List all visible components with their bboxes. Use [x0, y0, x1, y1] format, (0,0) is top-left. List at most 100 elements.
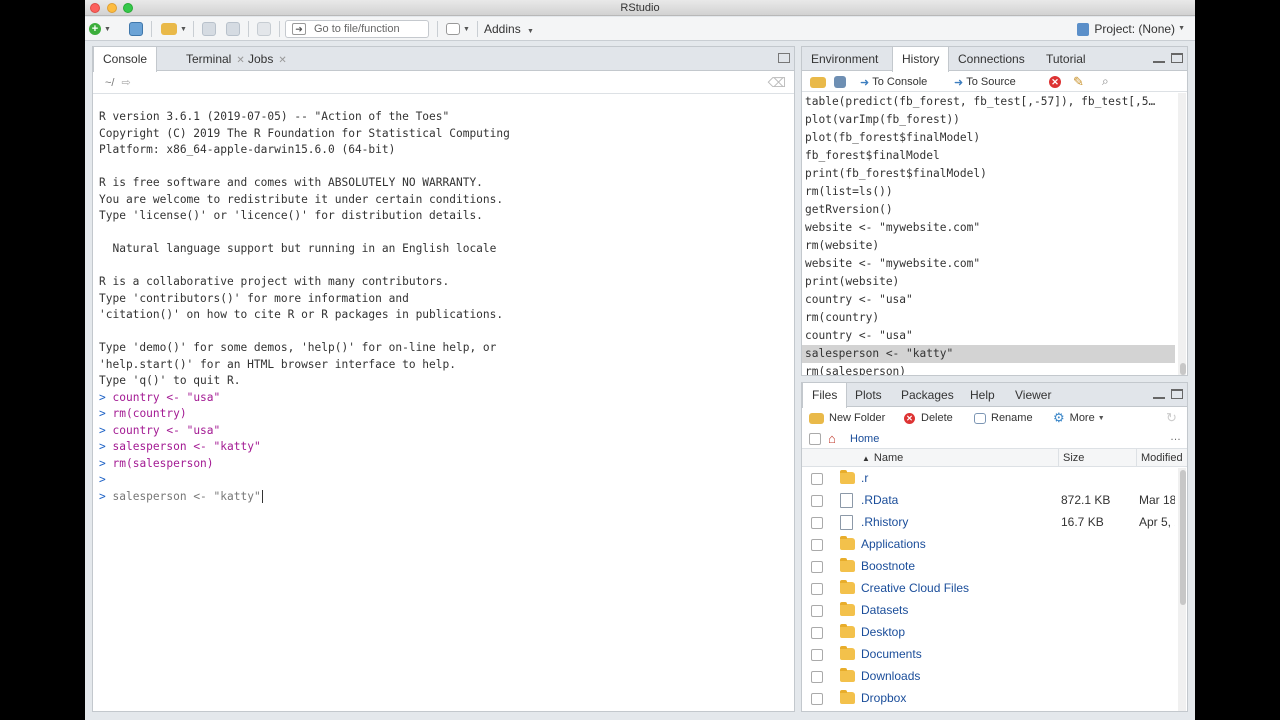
file-checkbox[interactable]	[811, 561, 823, 573]
file-checkbox[interactable]	[811, 495, 823, 507]
file-checkbox[interactable]	[811, 583, 823, 595]
home-icon[interactable]: ⌂	[828, 431, 836, 446]
file-name-link[interactable]: .RData	[861, 493, 898, 507]
tab-environment[interactable]: Environment	[802, 47, 887, 71]
history-item[interactable]: getRversion()	[802, 201, 1175, 219]
file-checkbox[interactable]	[811, 649, 823, 661]
history-scroll-thumb[interactable]	[1180, 363, 1186, 375]
close-tab-icon[interactable]: ✕	[278, 55, 286, 66]
history-item[interactable]: table(predict(fb_forest, fb_test[,-57]),…	[802, 93, 1175, 111]
maximize-pane-icon[interactable]	[1171, 53, 1183, 63]
goto-file-function-input[interactable]: ➜ Go to file/function	[285, 20, 429, 38]
restore-pane-icon[interactable]	[778, 53, 790, 63]
select-all-checkbox[interactable]	[809, 433, 821, 445]
file-name-link[interactable]: Desktop	[861, 625, 905, 639]
file-checkbox[interactable]	[811, 627, 823, 639]
tab-connections[interactable]: Connections	[949, 47, 1034, 71]
layout-button[interactable]: ▼	[446, 21, 470, 37]
file-name-link[interactable]: Downloads	[861, 669, 920, 683]
file-row[interactable]: .Rhistory 16.7 KB Apr 5, 2	[802, 512, 1175, 534]
history-item[interactable]: rm(country)	[802, 309, 1175, 327]
file-row[interactable]: .RData 872.1 KB Mar 18,	[802, 490, 1175, 512]
history-item[interactable]: rm(website)	[802, 237, 1175, 255]
rename-button[interactable]: Rename	[974, 411, 1033, 425]
tab-files[interactable]: Files	[802, 383, 848, 408]
breadcrumb-home[interactable]: Home	[850, 433, 879, 445]
history-item[interactable]: rm(salesperson)	[802, 363, 1175, 375]
new-file-button[interactable]: + ▼	[89, 21, 111, 37]
remove-history-entry-button[interactable]: ✕	[1049, 75, 1061, 89]
close-window-button[interactable]	[90, 3, 100, 13]
print-button[interactable]	[257, 21, 271, 37]
tab-help[interactable]: Help	[961, 383, 1004, 407]
file-checkbox[interactable]	[811, 605, 823, 617]
file-row[interactable]: .r	[802, 468, 1175, 490]
maximize-pane-icon[interactable]	[1171, 389, 1183, 399]
to-console-button[interactable]: ➜ To Console	[860, 75, 927, 89]
file-row[interactable]: Desktop	[802, 622, 1175, 644]
tab-viewer[interactable]: Viewer	[1006, 383, 1060, 407]
history-item[interactable]: salesperson <- "katty"	[802, 345, 1175, 363]
new-project-button[interactable]	[129, 21, 143, 37]
refresh-button[interactable]: ↻	[1166, 410, 1177, 425]
minimize-pane-icon[interactable]	[1153, 53, 1165, 63]
console-output[interactable]: R version 3.6.1 (2019-07-05) -- "Action …	[99, 109, 788, 505]
file-checkbox[interactable]	[811, 693, 823, 705]
history-item[interactable]: print(website)	[802, 273, 1175, 291]
save-all-button[interactable]	[226, 21, 240, 37]
file-checkbox[interactable]	[811, 671, 823, 683]
history-item[interactable]: country <- "usa"	[802, 291, 1175, 309]
clear-history-button[interactable]: ✎	[1073, 74, 1084, 89]
clear-console-icon[interactable]: ⌫	[768, 72, 786, 94]
history-list[interactable]: table(predict(fb_forest, fb_test[,-57]),…	[802, 93, 1175, 375]
file-name-link[interactable]: Dropbox	[861, 691, 906, 705]
file-name-link[interactable]: .Rhistory	[861, 515, 908, 529]
history-item[interactable]: country <- "usa"	[802, 327, 1175, 345]
file-row[interactable]: Dropbox	[802, 688, 1175, 710]
more-options-icon[interactable]: …	[1170, 431, 1181, 443]
delete-button[interactable]: ✕ Delete	[904, 411, 953, 425]
maximize-window-button[interactable]	[123, 3, 133, 13]
file-checkbox[interactable]	[811, 517, 823, 529]
file-name-link[interactable]: Datasets	[861, 603, 908, 617]
history-item[interactable]: website <- "mywebsite.com"	[802, 219, 1175, 237]
history-item[interactable]: print(fb_forest$finalModel)	[802, 165, 1175, 183]
history-search-input[interactable]: ⌕	[1102, 74, 1176, 90]
open-file-button[interactable]: ▼	[161, 21, 187, 37]
minimize-pane-icon[interactable]	[1153, 389, 1165, 399]
file-name-link[interactable]: Documents	[861, 647, 922, 661]
file-row[interactable]: Documents	[802, 644, 1175, 666]
file-row[interactable]: Boostnote	[802, 556, 1175, 578]
history-item[interactable]: plot(fb_forest$finalModel)	[802, 129, 1175, 147]
save-button[interactable]	[202, 21, 216, 37]
tab-jobs[interactable]: Jobs ✕	[239, 47, 296, 71]
project-menu[interactable]: Project: (None) ▼	[1077, 21, 1185, 37]
file-row[interactable]: Applications	[802, 534, 1175, 556]
file-row[interactable]: Creative Cloud Files	[802, 578, 1175, 600]
go-to-directory-icon[interactable]: ⇨	[122, 77, 131, 89]
history-item[interactable]: plot(varImp(fb_forest))	[802, 111, 1175, 129]
addins-menu[interactable]: Addins ▼	[484, 21, 534, 40]
file-checkbox[interactable]	[811, 473, 823, 485]
file-row[interactable]: Downloads	[802, 666, 1175, 688]
modified-column-header[interactable]: Modified	[1136, 449, 1188, 467]
tab-packages[interactable]: Packages	[892, 383, 963, 407]
size-column-header[interactable]: Size	[1058, 449, 1136, 467]
file-name-link[interactable]: .r	[861, 471, 868, 485]
history-item[interactable]: fb_forest$finalModel	[802, 147, 1175, 165]
minimize-window-button[interactable]	[107, 3, 117, 13]
tab-plots[interactable]: Plots	[846, 383, 891, 407]
new-folder-button[interactable]: New Folder	[809, 411, 885, 425]
more-menu-button[interactable]: ⚙ More ▼	[1053, 410, 1105, 425]
history-item[interactable]: website <- "mywebsite.com"	[802, 255, 1175, 273]
tab-console[interactable]: Console	[93, 47, 158, 72]
file-row[interactable]: Datasets	[802, 600, 1175, 622]
file-name-link[interactable]: Applications	[861, 537, 926, 551]
console-input-line[interactable]: > salesperson <- "katty"	[99, 489, 788, 506]
to-source-button[interactable]: ➜ To Source	[954, 75, 1016, 89]
tab-history[interactable]: History	[892, 47, 950, 72]
history-scrollbar[interactable]	[1178, 93, 1186, 375]
file-name-link[interactable]: Boostnote	[861, 559, 915, 573]
load-history-button[interactable]	[810, 75, 826, 89]
file-name-link[interactable]: Creative Cloud Files	[861, 581, 969, 595]
